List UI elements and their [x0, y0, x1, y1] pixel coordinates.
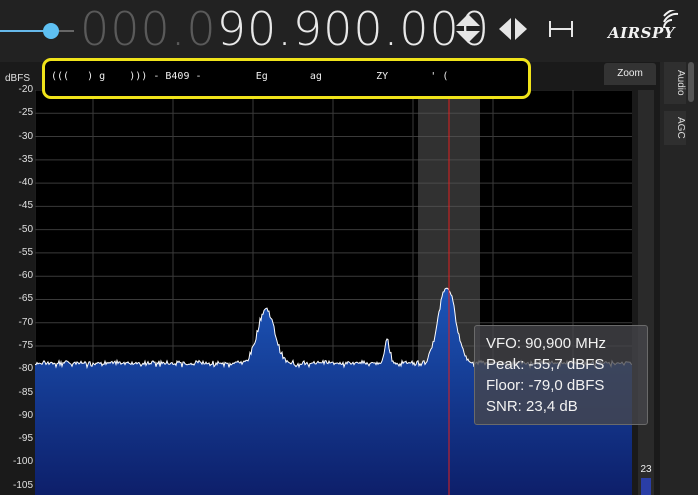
y-tick-label: -50	[18, 223, 33, 235]
frequency-leading-digits[interactable]: 000.0	[80, 2, 217, 56]
y-tick-label: -95	[18, 433, 33, 445]
spectrum-svg[interactable]	[35, 90, 632, 495]
rds-text: ((( ) g ))) - B409 - Eg ag ZY ' (	[51, 71, 449, 82]
y-tick-label: -60	[18, 270, 33, 282]
zoom-slider-fill[interactable]	[641, 478, 651, 495]
tune-left-icon[interactable]	[499, 18, 511, 40]
y-tick-label: -45	[18, 200, 33, 212]
frequency-display[interactable]: 000.090.900.000	[80, 4, 490, 54]
y-tick-label: -35	[18, 153, 33, 165]
tune-right-icon[interactable]	[515, 18, 527, 40]
span-icon[interactable]	[549, 21, 573, 37]
tune-up-icon[interactable]	[456, 14, 480, 26]
y-tick-label: -30	[18, 130, 33, 142]
spectrum-plot[interactable]	[35, 90, 632, 495]
tooltip-floor: Floor: -79,0 dBFS	[486, 377, 605, 394]
y-tick-label: -80	[18, 363, 33, 375]
rds-display: ((( ) g ))) - B409 - Eg ag ZY ' (	[42, 58, 531, 99]
signal-waves-icon	[663, 10, 679, 29]
zoom-tab[interactable]: Zoom	[604, 63, 656, 85]
y-tick-label: -100	[12, 456, 33, 468]
y-tick-label: -85	[18, 386, 33, 398]
y-tick-label: -75	[18, 340, 33, 352]
side-scrollbar[interactable]	[688, 62, 694, 102]
y-tick-label: -70	[18, 316, 33, 328]
y-tick-label: -40	[18, 177, 33, 189]
y-tick-label: -55	[18, 246, 33, 258]
tooltip-snr: SNR: 23,4 dB	[486, 398, 578, 415]
tab-agc[interactable]: AGC	[664, 111, 686, 145]
tune-down-icon[interactable]	[456, 31, 480, 43]
tooltip-peak: Peak: -55,7 dBFS	[486, 356, 605, 373]
y-axis-unit: dBFS	[5, 73, 31, 84]
tooltip-vfo: VFO: 90,900 MHz	[486, 335, 607, 352]
frequency-digits[interactable]: 90.900.000	[217, 2, 490, 56]
zoom-value: 23	[640, 464, 652, 475]
y-tick-label: -90	[18, 409, 33, 421]
y-tick-label: -25	[18, 107, 33, 119]
volume-slider-knob[interactable]	[43, 23, 59, 39]
y-tick-label: -20	[18, 84, 33, 95]
top-toolbar: 000.090.900.000 AIRSPY	[0, 0, 698, 62]
signal-tooltip: VFO: 90,900 MHz Peak: -55,7 dBFS Floor: …	[474, 325, 648, 425]
tab-audio[interactable]: Audio	[664, 62, 686, 104]
zoom-slider-track[interactable]	[638, 90, 654, 495]
y-tick-label: -105	[12, 479, 33, 491]
y-tick-label: -65	[18, 293, 33, 305]
